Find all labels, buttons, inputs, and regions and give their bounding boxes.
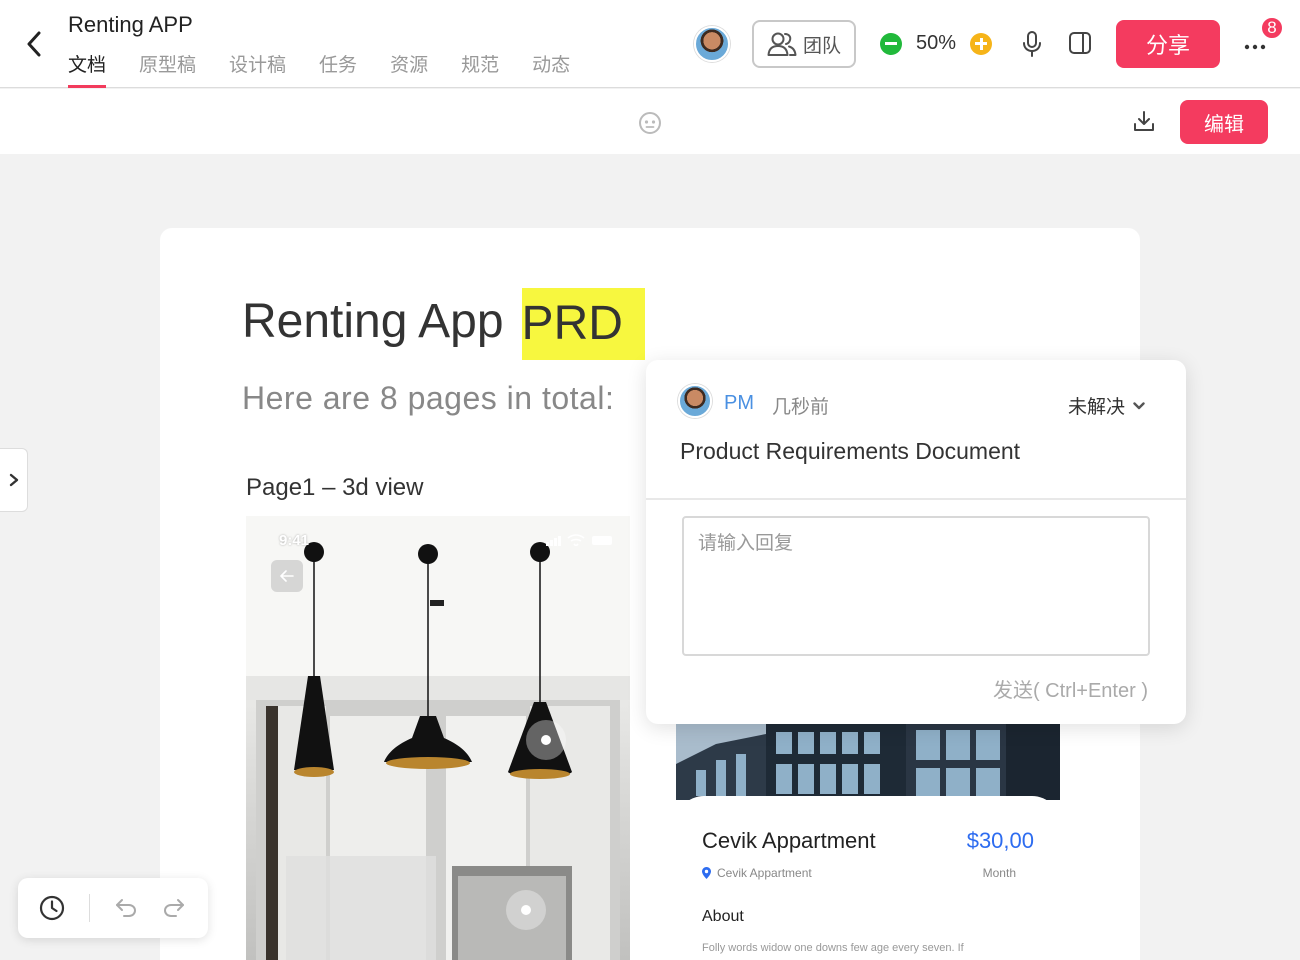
listing-price: $30,00: [966, 828, 1034, 853]
user-avatar[interactable]: [694, 26, 730, 62]
tab-design[interactable]: 设计稿: [229, 50, 286, 88]
history-icon: [39, 895, 65, 921]
more-icon: [1244, 44, 1266, 50]
edit-button[interactable]: 编辑: [1180, 100, 1268, 144]
panel-icon: [1069, 32, 1091, 54]
commenter-name[interactable]: PM: [724, 392, 754, 415]
building-image: [676, 724, 1060, 800]
undo-button[interactable]: [114, 895, 138, 924]
mic-button[interactable]: [1020, 30, 1044, 63]
back-button[interactable]: [20, 28, 48, 60]
status-icons: [546, 534, 612, 546]
about-heading: About: [702, 908, 744, 925]
commenter-avatar: [678, 384, 712, 418]
zoom-in-button[interactable]: [970, 32, 993, 55]
panel-toggle-button[interactable]: [1068, 31, 1092, 60]
team-icon: [767, 32, 797, 56]
history-toolbar: [18, 878, 208, 938]
smile-icon: [639, 112, 661, 134]
listing-location: Cevik Appartment: [702, 866, 812, 880]
tab-bar: 文档 原型稿 设计稿 任务 资源 规范 动态: [68, 50, 603, 88]
screen-back-button[interactable]: [271, 560, 303, 592]
arrow-left-icon: [280, 570, 294, 582]
listing-location-text: Cevik Appartment: [717, 866, 812, 880]
download-button[interactable]: [1132, 109, 1156, 138]
comment-time: 几秒前: [772, 397, 830, 418]
redo-button[interactable]: [162, 895, 186, 924]
history-button[interactable]: [39, 895, 65, 926]
toolbar-divider: [89, 894, 90, 922]
team-label: 团队: [802, 35, 841, 57]
back-icon: [27, 31, 41, 57]
chevron-right-icon: [9, 473, 18, 487]
document-subtitle: Here are 8 pages in total:: [242, 380, 615, 416]
about-text: Folly words widow one downs few age ever…: [702, 942, 964, 954]
document-toolbar: 编辑: [0, 89, 1300, 154]
title-text: Renting App: [242, 295, 504, 348]
tab-activity[interactable]: 动态: [532, 50, 570, 88]
hotspot-marker[interactable]: [506, 890, 546, 930]
listing-name: Cevik Appartment: [702, 828, 876, 853]
title-highlight[interactable]: PRD: [521, 288, 645, 360]
send-reply-button[interactable]: 发送( Ctrl+Enter ): [993, 674, 1148, 703]
zoom-out-button[interactable]: [880, 32, 902, 55]
tab-specs[interactable]: 规范: [461, 50, 499, 88]
redo-icon: [163, 899, 184, 917]
reaction-button[interactable]: [638, 111, 662, 140]
comment-popup: PM 几秒前 未解决 Product Requirements Document…: [646, 360, 1186, 724]
tab-resources[interactable]: 资源: [390, 50, 428, 88]
expand-sidebar-button[interactable]: [0, 448, 28, 512]
comment-divider: [646, 498, 1186, 500]
kitchen-illustration: [246, 516, 630, 960]
listing-card[interactable]: Cevik Appartment $30,00 Cevik Appartment…: [676, 796, 1060, 960]
hotspot-marker[interactable]: [526, 720, 566, 760]
top-bar: Renting APP 文档 原型稿 设计稿 任务 资源 规范 动态 团队 50…: [0, 0, 1300, 88]
listing-period: Month: [982, 866, 1016, 880]
document-title[interactable]: Renting App PRD: [242, 288, 645, 360]
tab-tasks[interactable]: 任务: [319, 50, 357, 88]
page2-screenshot: Cevik Appartment $30,00 Cevik Appartment…: [676, 724, 1060, 960]
page1-screenshot: 9:41: [246, 516, 630, 960]
download-icon: [1134, 111, 1154, 131]
comment-text: Product Requirements Document: [680, 438, 1021, 464]
team-button[interactable]: 团队: [752, 20, 856, 68]
tab-document[interactable]: 文档: [68, 50, 107, 88]
location-icon: [702, 867, 711, 879]
share-button[interactable]: 分享: [1116, 20, 1220, 68]
reply-input[interactable]: [682, 516, 1150, 656]
comment-status-dropdown[interactable]: 未解决: [1068, 392, 1145, 419]
notification-badge: 8: [1260, 16, 1284, 40]
zoom-control: 50%: [880, 32, 993, 55]
chevron-down-icon: [1133, 401, 1145, 409]
app-title: Renting APP: [68, 12, 193, 37]
mic-icon: [1023, 31, 1041, 57]
zoom-value: 50%: [916, 32, 957, 54]
undo-icon: [116, 899, 137, 917]
tab-prototype[interactable]: 原型稿: [139, 50, 196, 88]
page1-label: Page1 – 3d view: [246, 474, 424, 501]
status-time: 9:41: [279, 532, 310, 549]
comment-status-label: 未解决: [1068, 397, 1126, 418]
